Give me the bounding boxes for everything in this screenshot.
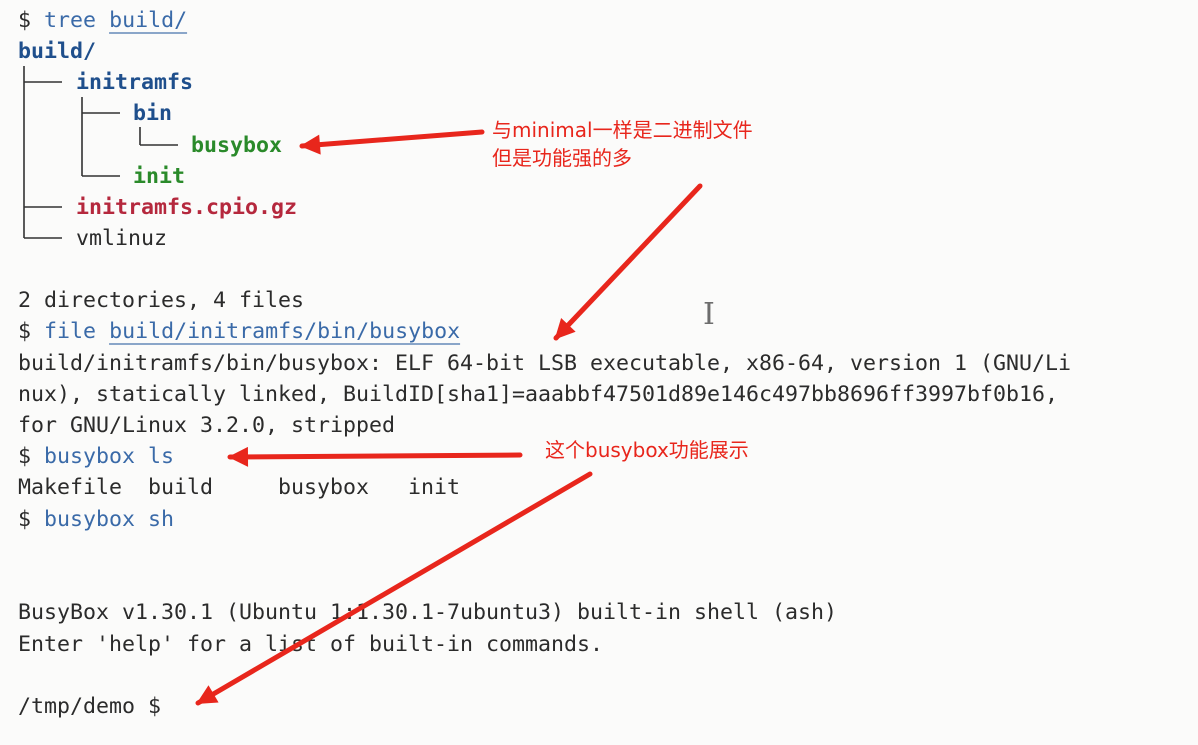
sh-command: busybox sh bbox=[44, 507, 175, 532]
busybox-banner: BusyBox v1.30.1 (Ubuntu 1:1.30.1-7ubuntu… bbox=[18, 600, 838, 625]
prompt: $ bbox=[18, 507, 32, 532]
shell-prompt[interactable]: /tmp/demo $ bbox=[18, 691, 161, 722]
prompt: $ bbox=[18, 319, 32, 344]
ls-output: Makefile build busybox init bbox=[18, 475, 461, 500]
annotation-line: 但是功能强的多 bbox=[492, 146, 632, 170]
prompt: $ bbox=[18, 444, 32, 469]
tree-connector-lines bbox=[23, 66, 178, 239]
terminal-window[interactable]: $ tree build/ build/ initramfs bin busyb… bbox=[0, 0, 1198, 745]
ls-command-line: $ busybox ls bbox=[18, 441, 174, 472]
file-output-line: build/initramfs/bin/busybox: ELF 64-bit … bbox=[18, 351, 1072, 376]
ls-command: busybox ls bbox=[44, 444, 175, 469]
file-output-line: nux), statically linked, BuildID[sha1]=a… bbox=[18, 382, 1059, 407]
help-hint: Enter 'help' for a list of built-in comm… bbox=[18, 632, 604, 657]
annotation-line: 与minimal一样是二进制文件 bbox=[492, 118, 753, 142]
file-command-arg[interactable]: build/initramfs/bin/busybox bbox=[109, 319, 460, 344]
file-output-line: for GNU/Linux 3.2.0, stripped bbox=[18, 413, 396, 438]
tree-summary: 2 directories, 4 files bbox=[18, 288, 305, 313]
text-cursor-icon: I bbox=[703, 297, 715, 332]
annotation-binary-note: 与minimal一样是二进制文件 但是功能强的多 bbox=[492, 116, 753, 172]
sh-command-line: $ busybox sh bbox=[18, 504, 174, 535]
annotation-demo-note: 这个busybox功能展示 bbox=[545, 438, 749, 462]
file-command: file bbox=[44, 319, 97, 344]
file-command-line: $ file build/initramfs/bin/busybox bbox=[18, 316, 460, 347]
